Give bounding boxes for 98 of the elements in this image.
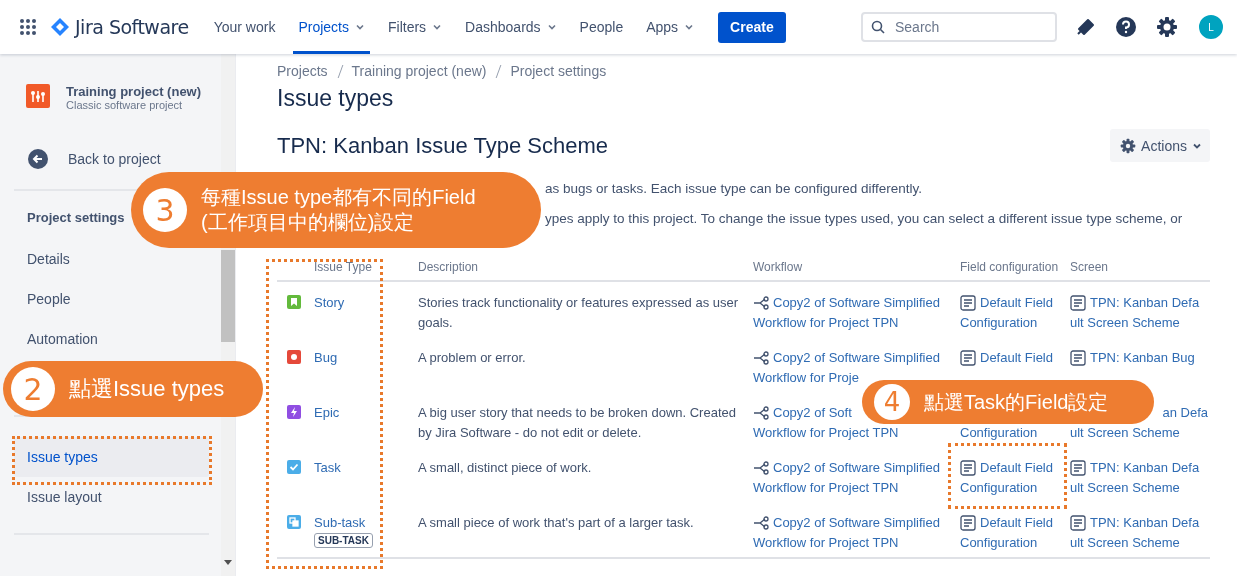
screen-scheme-link[interactable]: ult Screen Scheme [1070, 425, 1180, 441]
column-header: Description [418, 259, 480, 274]
issue-description: A small piece of work that's part of a larger task. [418, 514, 695, 532]
user-avatar[interactable]: L [1197, 13, 1225, 41]
step-number: 4 [874, 384, 910, 420]
nav-tab[interactable]: Apps [641, 0, 700, 54]
field-configuration-link[interactable]: Default Field [980, 515, 1053, 531]
breadcrumb-link[interactable]: Training project (new) [351, 63, 487, 79]
sidebar-item[interactable]: People [14, 279, 209, 319]
form-icon [960, 350, 976, 366]
create-button[interactable]: Create [718, 11, 786, 43]
description-text: ypes apply to this project. To change the issue types used, you can select a different issue type scheme, or [545, 211, 1183, 226]
screen-scheme-link[interactable]: ult Screen Scheme [1070, 315, 1180, 331]
product-name[interactable]: Jira Software [75, 16, 189, 38]
page-title: Issue types [277, 85, 395, 112]
form-icon [960, 460, 976, 476]
workflow-link[interactable]: Copy2 of Software Simplified [773, 295, 940, 311]
screen-scheme-link[interactable]: ult Screen Scheme [1070, 535, 1180, 551]
form-icon [960, 295, 976, 311]
nav-tab[interactable]: Filters [382, 0, 448, 54]
workflow-link[interactable]: Workflow for Project TPN [753, 315, 899, 331]
actions-button[interactable]: Actions [1110, 129, 1210, 162]
scroll-down-icon[interactable] [224, 560, 232, 566]
workflow-icon [753, 296, 769, 310]
issue-type-link[interactable]: Sub-task [314, 513, 366, 533]
screen-scheme-link[interactable]: TPN: Kanban Defa [1090, 460, 1200, 476]
callout-text: 每種Issue type都有不同的Field (工作項目中的欄位)設定 [201, 185, 476, 235]
form-icon [960, 515, 976, 531]
screen-icon [1070, 295, 1086, 311]
workflow-link[interactable]: Workflow for Proje [753, 370, 859, 386]
field-configuration-link[interactable]: Default Field [980, 295, 1053, 311]
description-text: as bugs or tasks. Each issue type can be configured differently. [545, 181, 922, 196]
issue-type-label: SUB-TASK [314, 533, 373, 548]
workflow-link[interactable]: Copy2 of Software Simplified [773, 350, 940, 366]
nav-tab[interactable]: Projects [293, 0, 370, 54]
help-icon[interactable] [1115, 16, 1137, 38]
workflow-link[interactable]: Workflow for Project TPN [753, 535, 899, 551]
breadcrumb-link[interactable]: Projects [277, 63, 328, 79]
screen-scheme-link[interactable]: TPN: Kanban Defa [1090, 515, 1200, 531]
project-name: Training project (new) [66, 84, 202, 99]
field-configuration-link[interactable]: Configuration [960, 535, 1038, 551]
nav-tab[interactable]: People [574, 0, 629, 54]
field-configuration-link[interactable]: Configuration [960, 480, 1038, 496]
workflow-link[interactable]: Copy2 of Software Simplified [773, 515, 940, 531]
issue-description: A problem or error. [418, 349, 527, 367]
sidebar-item[interactable]: Issue types [14, 437, 209, 477]
notification-icon[interactable] [1076, 17, 1096, 37]
screen-icon [1070, 460, 1086, 476]
step-number: 2 [11, 367, 55, 411]
callout-text: 點選Task的Field設定 [924, 389, 1109, 415]
workflow-icon [753, 516, 769, 530]
nav-tab[interactable]: Your work [208, 0, 281, 54]
workflow-icon [753, 406, 769, 420]
sidebar-item[interactable]: Issue layout [14, 477, 209, 517]
search-field[interactable]: Search [861, 12, 1057, 42]
column-header: Screen [1070, 259, 1110, 274]
field-configuration-link[interactable]: Configuration [960, 315, 1038, 331]
column-header: Field configuration [960, 259, 1060, 274]
project-type: Classic software project [66, 99, 184, 111]
callout-text: 點選Issue types [69, 375, 225, 403]
app-switcher-icon[interactable] [19, 18, 37, 36]
screen-scheme-link[interactable]: an Defa [1162, 405, 1208, 421]
step-number: 3 [143, 188, 187, 232]
field-configuration-link[interactable]: Configuration [960, 425, 1038, 441]
workflow-icon [753, 461, 769, 475]
issue-type-link[interactable]: Bug [314, 348, 338, 368]
sidebar-item[interactable]: Automation [14, 319, 209, 359]
section-heading: Project settings [27, 210, 125, 225]
scrollbar-thumb[interactable] [221, 250, 235, 342]
issue-type-link[interactable]: Story [314, 293, 345, 313]
field-configuration-link[interactable]: Default Field [980, 460, 1053, 476]
issue-description: A big user story that needs to be broken down. Created by Jira Software - do not edit or delete. [418, 404, 737, 442]
screen-scheme-link[interactable]: TPN: Kanban Bug [1090, 350, 1195, 366]
screen-icon [1070, 350, 1086, 366]
project-icon [26, 84, 50, 108]
workflow-icon [753, 351, 769, 365]
screen-scheme-link[interactable]: ult Screen Scheme [1070, 480, 1180, 496]
gear-icon [1120, 137, 1137, 154]
column-header: Workflow [753, 259, 804, 274]
search-icon [871, 20, 885, 34]
back-link[interactable]: Back to project [28, 149, 161, 169]
workflow-link[interactable]: Copy2 of Soft [773, 405, 852, 421]
workflow-link[interactable]: Copy2 of Software Simplified [773, 460, 940, 476]
nav-tab[interactable]: Dashboards [460, 0, 562, 54]
issue-type-link[interactable]: Task [314, 458, 341, 478]
screen-scheme-link[interactable]: TPN: Kanban Defa [1090, 295, 1200, 311]
screen-icon [1070, 515, 1086, 531]
issue-description: A small, distinct piece of work. [418, 459, 593, 477]
scheme-title: TPN: Kanban Issue Type Scheme [277, 132, 608, 159]
sidebar-item[interactable]: Details [14, 239, 209, 279]
workflow-link[interactable]: Workflow for Project TPN [753, 480, 899, 496]
breadcrumb-link[interactable]: Project settings [510, 63, 607, 79]
issue-description: Stories track functionality or features expressed as user goals. [418, 294, 740, 332]
column-header: Issue Type [313, 259, 373, 274]
field-configuration-link[interactable]: Default Field [980, 350, 1053, 366]
workflow-link[interactable]: Workflow for Project TPN [753, 425, 899, 441]
diamond-logo-icon [51, 18, 69, 36]
issue-type-link[interactable]: Epic [314, 403, 340, 423]
